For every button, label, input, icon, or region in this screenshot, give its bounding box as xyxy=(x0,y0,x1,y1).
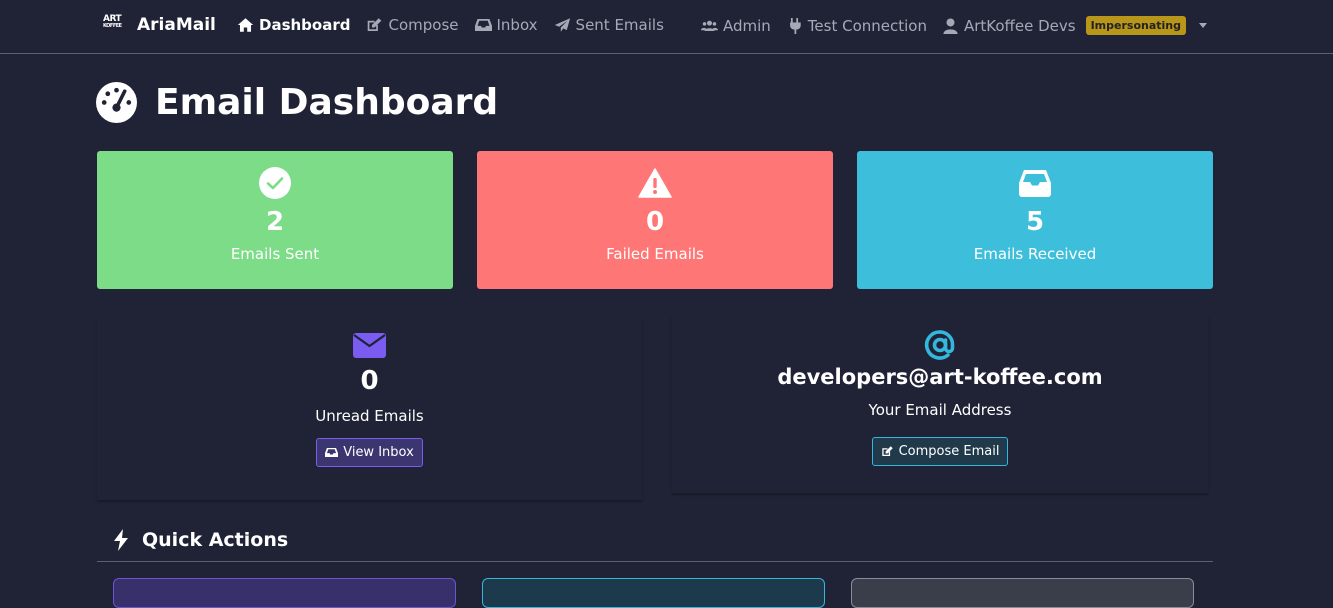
nav-test-connection[interactable]: Test Connection xyxy=(786,17,927,35)
stat-card-received: 5 Emails Received xyxy=(857,151,1213,289)
check-circle-icon xyxy=(259,167,291,199)
stat-card-sent: 2 Emails Sent xyxy=(97,151,453,289)
home-icon xyxy=(237,18,254,32)
stat-card-failed: 0 Failed Emails xyxy=(477,151,833,289)
failed-emails-count: 0 xyxy=(645,207,665,237)
edit-icon xyxy=(368,18,382,31)
inbox-icon xyxy=(474,19,492,31)
edit-icon xyxy=(881,446,893,457)
failed-emails-label: Failed Emails xyxy=(606,245,704,263)
inbox-icon xyxy=(325,447,339,458)
compose-email-button[interactable]: Compose Email xyxy=(871,437,1009,466)
emails-received-label: Emails Received xyxy=(973,245,1097,263)
quick-action-inbox[interactable] xyxy=(482,578,825,608)
gauge-icon xyxy=(96,82,137,123)
impersonating-badge: Impersonating xyxy=(1085,16,1186,35)
app-name: AriaMail xyxy=(137,15,216,35)
quick-action-test[interactable] xyxy=(851,578,1194,608)
nav-admin[interactable]: Admin xyxy=(700,17,771,35)
unread-panel: 0 Unread Emails View Inbox xyxy=(97,315,642,500)
envelope-icon xyxy=(353,333,386,358)
nav-compose[interactable]: Compose xyxy=(366,16,459,34)
brand-logo: ART KOFFEE xyxy=(103,14,122,30)
at-icon xyxy=(924,330,955,360)
nav-dashboard[interactable]: Dashboard xyxy=(237,16,350,34)
user-name: ArtKoffee Devs xyxy=(963,16,1076,35)
user-email-address: developers@art-koffee.com xyxy=(777,365,1103,389)
warning-icon xyxy=(638,168,672,198)
main-nav: Dashboard Compose Inbox Sent Emails xyxy=(237,16,664,34)
users-icon xyxy=(700,20,718,31)
quick-actions-heading: Quick Actions xyxy=(112,529,288,551)
chevron-down-icon xyxy=(1199,23,1207,28)
nav-sent-emails[interactable]: Sent Emails xyxy=(554,16,664,34)
paper-plane-icon xyxy=(554,18,570,32)
divider xyxy=(97,561,1213,562)
emails-sent-count: 2 xyxy=(265,207,285,237)
page-heading: Email Dashboard xyxy=(155,82,499,123)
unread-label: Unread Emails xyxy=(315,407,424,425)
bolt-icon xyxy=(114,529,128,551)
email-address-panel: developers@art-koffee.com Your Email Add… xyxy=(672,315,1208,493)
top-navbar: ART KOFFEE AriaMail Dashboard Compose In… xyxy=(0,0,1333,54)
nav-inbox[interactable]: Inbox xyxy=(474,16,538,34)
page-title: Email Dashboard xyxy=(96,82,498,123)
email-address-label: Your Email Address xyxy=(868,401,1012,419)
emails-sent-label: Emails Sent xyxy=(230,245,320,263)
inbox-icon xyxy=(1019,170,1051,197)
plug-icon xyxy=(789,17,801,34)
user-icon xyxy=(943,17,958,34)
user-menu[interactable]: ArtKoffee Devs Impersonating xyxy=(942,16,1207,35)
unread-count: 0 xyxy=(360,366,379,396)
emails-received-count: 5 xyxy=(1025,207,1045,237)
view-inbox-button[interactable]: View Inbox xyxy=(316,438,423,467)
nav-right: Admin Test Connection ArtKoffee Devs Imp… xyxy=(700,16,1207,35)
quick-action-compose[interactable] xyxy=(113,578,456,608)
brand[interactable]: ART KOFFEE AriaMail xyxy=(103,14,216,36)
